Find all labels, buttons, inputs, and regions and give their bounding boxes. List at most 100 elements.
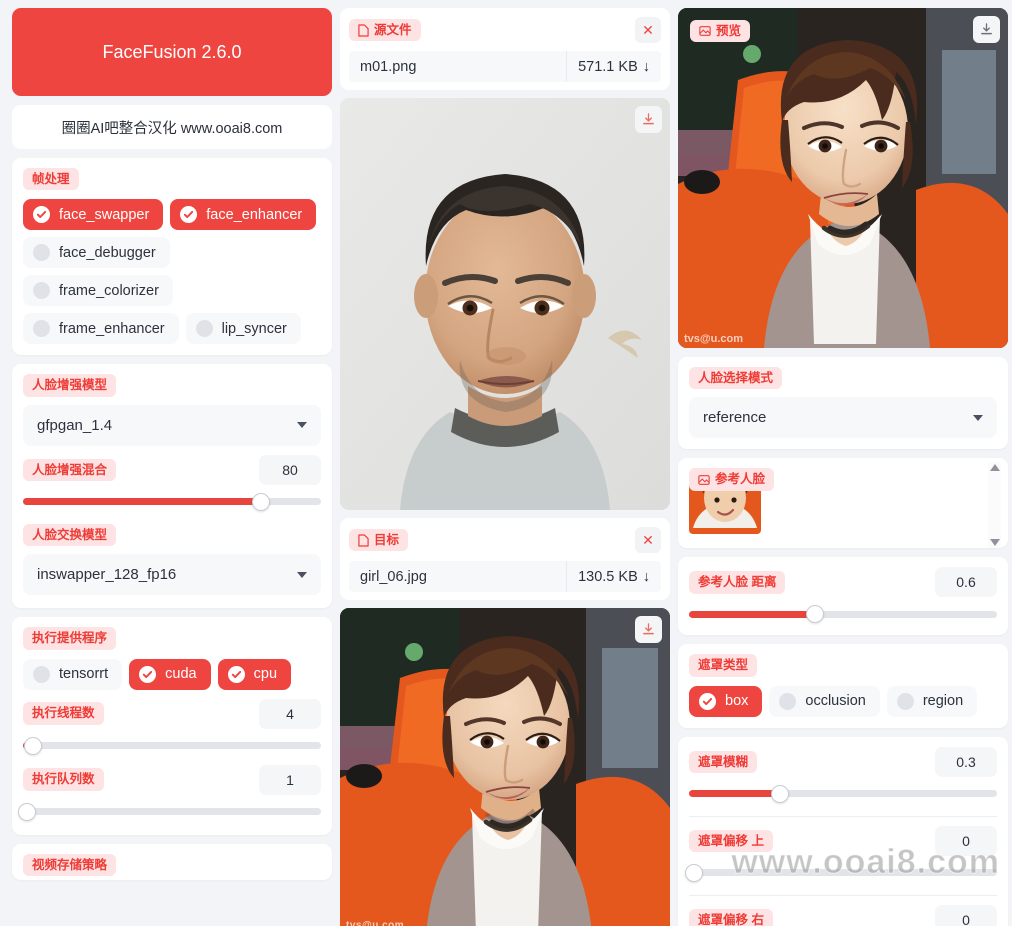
checkbox-label: box	[725, 693, 749, 710]
slider-track	[23, 742, 321, 749]
check-icon	[139, 665, 157, 683]
face-mask-types-label: 遮罩类型	[689, 654, 758, 677]
image-icon	[699, 26, 711, 37]
checkbox-face-enhancer[interactable]: face_enhancer	[170, 199, 317, 231]
target-file-card: 目标 ✕ girl_06.jpg 130.5 KB ↓	[340, 518, 670, 600]
download-icon[interactable]: ↓	[643, 59, 650, 75]
checkbox-occlusion[interactable]: occlusion	[769, 685, 880, 717]
left-settings-column: FaceFusion 2.6.0 圈圈AI吧整合汉化 www.ooai8.com…	[12, 8, 332, 926]
slider-thumb[interactable]	[252, 492, 271, 511]
face-mask-blur-value[interactable]: 0.3	[935, 746, 997, 777]
circle-icon	[33, 282, 50, 300]
face-mask-types-group: box occlusion region	[689, 685, 997, 717]
face-mask-padding-right-value[interactable]: 0	[935, 904, 997, 926]
reference-face-gallery[interactable]: 参考人脸	[689, 462, 1001, 549]
execution-thread-count-slider[interactable]	[23, 736, 321, 756]
download-icon[interactable]	[973, 16, 1000, 43]
facefusion-app: FaceFusion 2.6.0 圈圈AI吧整合汉化 www.ooai8.com…	[0, 0, 1012, 926]
file-icon	[358, 23, 369, 37]
checkbox-cuda[interactable]: cuda	[129, 658, 211, 690]
target-file-label: 目标	[349, 528, 409, 552]
execution-providers-group: tensorrt cuda cpu	[23, 658, 321, 690]
face-enhancer-blend-row: 人脸增强混合 80	[23, 454, 321, 485]
middle-files-column: 源文件 ✕ m01.png 571.1 KB ↓ 目标 ✕ girl_06.jp…	[340, 8, 670, 926]
face-mask-padding-top-label: 遮罩偏移 上	[689, 829, 773, 852]
source-file-header: 源文件 ✕	[349, 16, 661, 44]
checkbox-tensorrt[interactable]: tensorrt	[23, 658, 123, 690]
checkbox-label: lip_syncer	[221, 320, 287, 337]
execution-queue-count-label: 执行队列数	[23, 768, 104, 791]
slider-fill	[23, 498, 262, 506]
frame-processors-label: 帧处理	[23, 168, 79, 191]
target-file-name: girl_06.jpg	[349, 561, 567, 592]
face-mask-padding-top-slider[interactable]	[684, 863, 997, 883]
check-icon	[180, 206, 198, 224]
circle-icon	[779, 692, 797, 710]
reference-face-label-text: 参考人脸	[715, 472, 766, 487]
execution-thread-count-value[interactable]: 4	[259, 698, 321, 729]
download-icon[interactable]	[635, 106, 662, 133]
target-file-header: 目标 ✕	[349, 526, 661, 554]
face-model-card: 人脸增强模型 gfpgan_1.4 人脸增强混合 80 人脸交换模型 inswa…	[12, 364, 332, 609]
gallery-scrollbar[interactable]	[988, 462, 1001, 549]
chevron-up-icon[interactable]	[989, 464, 1000, 472]
target-file-size-text: 130.5 KB	[578, 568, 638, 585]
slider-thumb[interactable]	[806, 605, 825, 624]
checkbox-box[interactable]: box	[689, 685, 763, 717]
checkbox-cpu[interactable]: cpu	[217, 658, 292, 690]
face-enhancer-blend-slider[interactable]	[23, 492, 321, 512]
face-mask-blur-row: 遮罩模糊 0.3	[689, 746, 997, 777]
checkbox-region[interactable]: region	[886, 685, 978, 717]
face-enhancer-model-select[interactable]: gfpgan_1.4	[23, 404, 321, 446]
close-icon[interactable]: ✕	[635, 527, 661, 553]
target-portrait-image: tvs@u.com	[340, 608, 670, 926]
checkbox-lip-syncer[interactable]: lip_syncer	[185, 313, 301, 345]
chevron-down-icon[interactable]	[989, 539, 1000, 547]
execution-queue-count-slider[interactable]	[18, 802, 321, 822]
chevron-down-icon	[973, 414, 983, 421]
slider-thumb[interactable]	[684, 863, 703, 882]
download-icon[interactable]	[635, 616, 662, 643]
checkbox-face-debugger[interactable]: face_debugger	[23, 237, 170, 269]
divider	[689, 894, 997, 896]
checkbox-label: face_debugger	[59, 244, 156, 261]
preview-label: 预览	[690, 20, 751, 43]
face-swapper-model-select[interactable]: inswapper_128_fp16	[23, 554, 321, 596]
reference-face-distance-value[interactable]: 0.6	[935, 567, 997, 598]
right-settings-column: 预览 tvs@u.com 人脸选择模式 reference 参考人脸 参考人脸 …	[678, 8, 1008, 926]
face-mask-padding-right-row: 遮罩偏移 右 0	[689, 904, 997, 926]
divider	[689, 815, 997, 817]
source-file-size[interactable]: 571.1 KB ↓	[566, 51, 661, 82]
circle-icon	[33, 320, 50, 338]
face-selector-mode-card: 人脸选择模式 reference	[678, 357, 1008, 450]
target-file-row: girl_06.jpg 130.5 KB ↓	[349, 561, 661, 592]
face-mask-blur-label: 遮罩模糊	[689, 750, 758, 773]
slider-fill	[689, 790, 779, 798]
target-file-size[interactable]: 130.5 KB ↓	[566, 561, 661, 592]
preview-result-image: tvs@u.com	[678, 8, 1008, 348]
face-selector-mode-select[interactable]: reference	[689, 397, 997, 439]
face-mask-blur-slider[interactable]	[689, 784, 997, 804]
face-mask-padding-top-value[interactable]: 0	[935, 825, 997, 856]
slider-thumb[interactable]	[18, 802, 37, 821]
target-file-label-text: 目标	[374, 532, 400, 547]
checkbox-label: face_swapper	[59, 206, 150, 223]
execution-thread-count-row: 执行线程数 4	[23, 698, 321, 729]
face-enhancer-blend-value[interactable]: 80	[259, 454, 321, 485]
image-watermark: tvs@u.com	[684, 333, 743, 345]
checkbox-frame-colorizer[interactable]: frame_colorizer	[23, 275, 173, 307]
slider-thumb[interactable]	[770, 784, 789, 803]
checkbox-label: occlusion	[805, 693, 866, 710]
image-icon	[698, 474, 710, 485]
execution-queue-count-value[interactable]: 1	[259, 764, 321, 795]
checkbox-frame-enhancer[interactable]: frame_enhancer	[23, 313, 179, 345]
checkbox-label: cuda	[165, 666, 197, 682]
circle-icon	[896, 692, 914, 710]
checkbox-face-swapper[interactable]: face_swapper	[23, 199, 164, 231]
reference-face-distance-slider[interactable]	[689, 604, 997, 624]
source-image-box	[340, 98, 670, 510]
slider-thumb[interactable]	[24, 736, 43, 755]
face-enhancer-model-label: 人脸增强模型	[23, 374, 117, 397]
close-icon[interactable]: ✕	[635, 17, 661, 43]
download-icon[interactable]: ↓	[643, 569, 650, 585]
